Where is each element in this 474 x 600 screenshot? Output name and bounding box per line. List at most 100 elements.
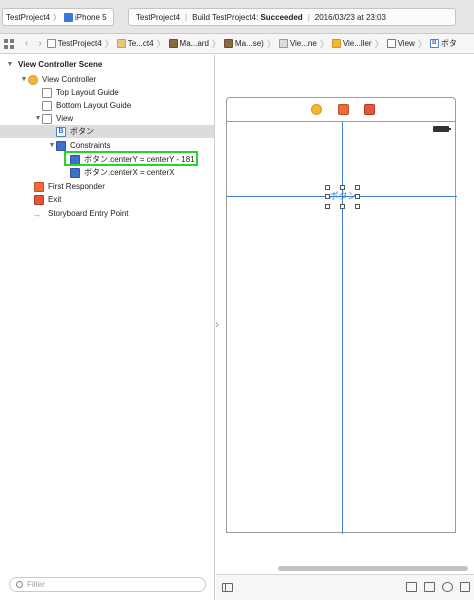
outline-label: Storyboard Entry Point: [48, 209, 129, 218]
resize-handle[interactable]: [325, 194, 330, 199]
outline-row-button[interactable]: B ボタン: [0, 125, 214, 138]
resize-handle[interactable]: [355, 204, 360, 209]
scene-icon: [278, 39, 288, 48]
device-name: iPhone 5: [75, 12, 107, 22]
chevron-right-icon: 〉: [156, 39, 166, 49]
toolbar: TestProject4 〉 iPhone 5 TestProject4 | B…: [0, 0, 474, 34]
outline-row-view-controller[interactable]: ▼ View Controller: [0, 73, 214, 86]
crumb-label: Vie...ne: [289, 39, 317, 48]
disclosure-open-icon[interactable]: ▼: [48, 142, 56, 149]
disclosure-open-icon[interactable]: ▼: [34, 115, 42, 122]
view-controller-icon: [28, 74, 38, 85]
outline-row-constraint-center-y[interactable]: ボタン.centerY = centerY - 181: [0, 153, 214, 166]
outline-label: ボタン.centerY = centerY - 181: [84, 155, 195, 164]
crumb-view-controller[interactable]: Vie...ller 〉: [331, 37, 384, 50]
iphone-icon: [64, 12, 74, 22]
filter-input[interactable]: [27, 580, 187, 589]
activity-viewer: TestProject4 | Build TestProject4: Succe…: [128, 8, 456, 26]
activity-build-label: Build TestProject4:: [192, 12, 259, 22]
crumb-button[interactable]: B ボタ: [429, 38, 457, 49]
outline-row-bottom-layout-guide[interactable]: Bottom Layout Guide: [0, 99, 214, 112]
crumb-view[interactable]: View 〉: [386, 37, 427, 50]
exit-icon[interactable]: [364, 104, 375, 115]
crumb-label: TestProject4: [57, 39, 102, 48]
outline-row-entry-point[interactable]: → Storyboard Entry Point: [0, 207, 214, 220]
outline-row-top-layout-guide[interactable]: Top Layout Guide: [0, 86, 214, 99]
crumb-label: Ma...ard: [179, 39, 209, 48]
resolve-icon[interactable]: [460, 582, 470, 592]
forward-arrow-icon[interactable]: ›: [38, 38, 41, 49]
build-status: Succeeded: [260, 12, 303, 22]
first-responder-icon[interactable]: [338, 104, 349, 115]
battery-icon: [433, 126, 451, 132]
disclosure-open-icon[interactable]: ▼: [20, 76, 28, 83]
crumb-group[interactable]: Te...ct4 〉: [116, 37, 166, 50]
storyboard-icon: [168, 39, 178, 48]
outline-row-view[interactable]: ▼ View: [0, 112, 214, 125]
folder-icon: [116, 39, 126, 48]
center-x-guide: [342, 122, 343, 534]
activity-separator: |: [185, 12, 188, 22]
crumb-storyboard[interactable]: Ma...ard 〉: [168, 37, 221, 50]
iphone-view[interactable]: ボタン: [226, 121, 457, 534]
outline-label: Exit: [48, 195, 62, 204]
outline-filter[interactable]: [9, 577, 206, 592]
canvas-footer: [216, 574, 474, 600]
chevron-right-icon: 〉: [211, 39, 221, 49]
align-icon[interactable]: [424, 582, 435, 592]
resize-handle[interactable]: [340, 185, 345, 190]
stack-icon[interactable]: [406, 582, 417, 592]
chevron-right-icon: 〉: [417, 39, 427, 49]
activity-project: TestProject4: [136, 12, 181, 22]
button-icon: B: [429, 39, 439, 48]
outline-label: Top Layout Guide: [56, 88, 119, 97]
crumb-label: Ma...se): [234, 39, 264, 48]
outline-row-constraint-center-x[interactable]: ボタン.centerX = centerX: [0, 166, 214, 179]
button-icon: B: [56, 126, 66, 137]
outline-row-constraints[interactable]: ▼ Constraints: [0, 139, 214, 152]
activity-separator-2: |: [307, 12, 310, 22]
outline-label: View: [56, 114, 74, 123]
horizontal-scrollbar[interactable]: [278, 566, 468, 571]
crumb-label: View: [397, 39, 415, 48]
outline-label: ボタン: [70, 127, 94, 136]
project-file-icon: [46, 39, 56, 48]
chevron-right-icon: 〉: [319, 39, 329, 49]
jump-bar: ‹ › TestProject4 〉 Te...ct4 〉 Ma...ard 〉…: [0, 34, 474, 54]
entry-point-arrow-icon: →: [32, 208, 41, 219]
related-items-grid-icon[interactable]: [4, 38, 14, 49]
scheme-selector[interactable]: TestProject4 〉 iPhone 5: [2, 8, 114, 26]
filter-icon: [16, 581, 23, 588]
resize-handle[interactable]: [340, 204, 345, 209]
outline-row-exit[interactable]: Exit: [0, 193, 214, 206]
resize-handle[interactable]: [325, 204, 330, 209]
view-controller-icon: [331, 39, 341, 48]
crumb-storyboard-base[interactable]: Ma...se) 〉: [223, 37, 276, 50]
outline-label: Bottom Layout Guide: [56, 101, 132, 110]
chevron-right-icon: 〉: [104, 39, 114, 49]
disclosure-open-icon[interactable]: ▼: [6, 61, 14, 68]
pin-icon[interactable]: [442, 582, 453, 592]
crumb-label: ボタ: [440, 39, 457, 48]
crumb-scene[interactable]: Vie...ne 〉: [278, 37, 329, 50]
storyboard-canvas[interactable]: › ボタン: [215, 55, 474, 600]
resize-handle[interactable]: [355, 185, 360, 190]
chevron-right-icon: 〉: [266, 39, 276, 49]
chevron-right-icon[interactable]: ›: [215, 317, 219, 331]
constraint-icon: [70, 167, 80, 178]
outline-label: Constraints: [70, 141, 111, 150]
outline-row-scene[interactable]: ▼ View Controller Scene: [0, 58, 214, 71]
resize-handle[interactable]: [325, 185, 330, 190]
view-icon: [386, 39, 396, 48]
crumb-project[interactable]: TestProject4 〉: [46, 37, 114, 50]
outline-row-first-responder[interactable]: First Responder: [0, 180, 214, 193]
back-arrow-icon[interactable]: ‹: [25, 38, 28, 49]
crumb-label: Te...ct4: [127, 39, 154, 48]
scene-dock: [226, 97, 456, 121]
outline-label: View Controller Scene: [18, 60, 103, 69]
activity-timestamp: 2016/03/23 at 23:03: [314, 12, 386, 22]
resize-handle[interactable]: [355, 194, 360, 199]
layout-guide-icon: [42, 87, 52, 98]
view-controller-icon[interactable]: [311, 104, 322, 115]
outline-toggle-icon[interactable]: [222, 583, 233, 592]
